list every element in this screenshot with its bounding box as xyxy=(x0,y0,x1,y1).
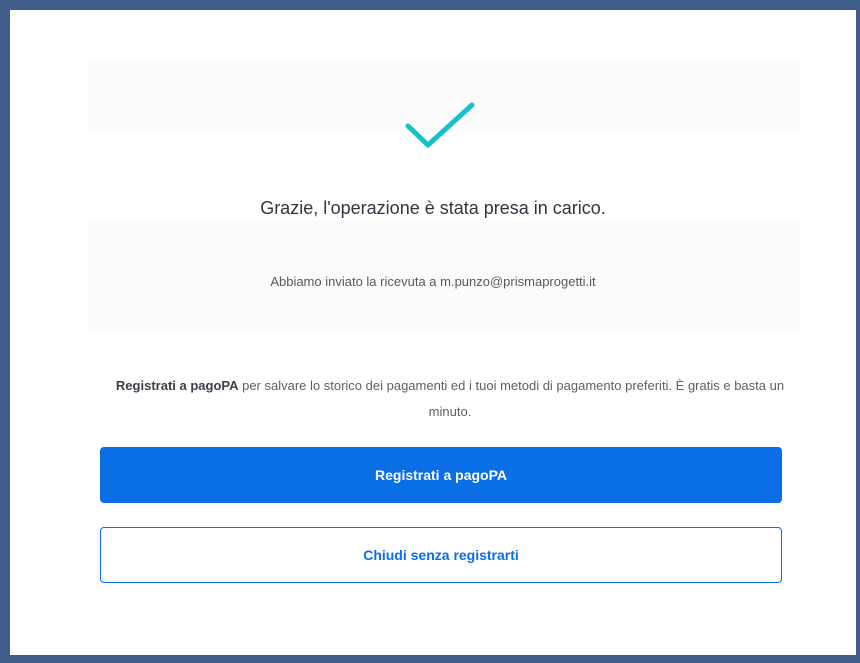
register-button[interactable]: Registrati a pagoPA xyxy=(100,447,782,503)
checkmark-icon xyxy=(405,102,475,148)
confirmation-title: Grazie, l'operazione è stata presa in ca… xyxy=(260,198,606,218)
promo-strong-text: Registrati a pagoPA xyxy=(115,378,239,393)
close-without-register-button[interactable]: Chiudi senza registrarti xyxy=(100,527,782,583)
registration-promo: Registrati a pagoPA per salvare lo stori… xyxy=(110,373,790,425)
confirmation-dialog: Grazie, l'operazione è stata presa in ca… xyxy=(10,10,856,655)
receipt-message: Abbiamo inviato la ricevuta a m.punzo@pr… xyxy=(270,274,596,289)
promo-description: per salvare lo storico dei pagamenti ed … xyxy=(238,378,785,419)
